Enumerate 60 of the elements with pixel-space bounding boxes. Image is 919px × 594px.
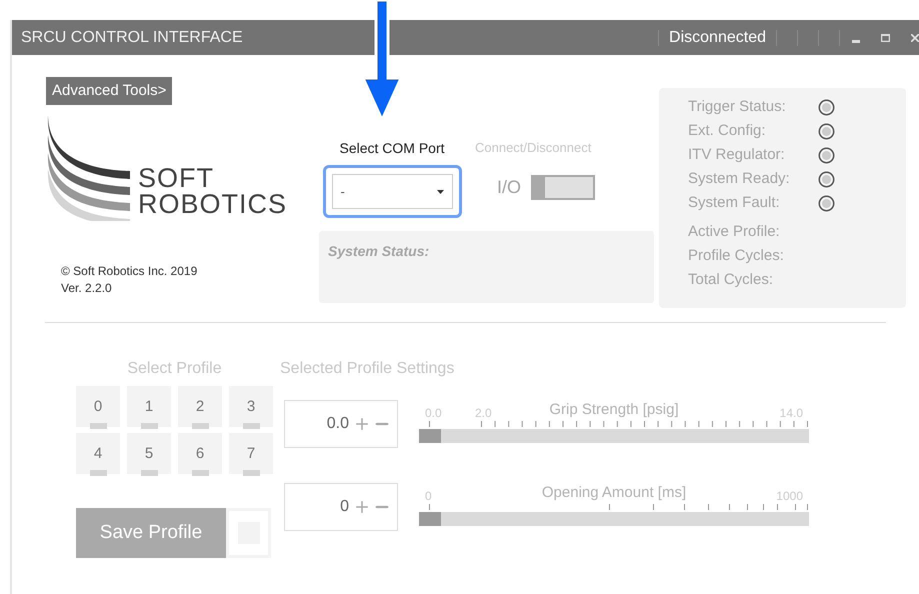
switch-label: I/O	[497, 176, 522, 198]
number-field[interactable]: 0.0	[284, 400, 398, 448]
dropdown-value: -	[340, 182, 345, 201]
profile-button[interactable]: 5	[127, 433, 171, 474]
maximize-icon[interactable]	[881, 34, 890, 42]
save-profile-button[interactable]: Save Profile	[76, 508, 226, 558]
number-value: 0	[340, 497, 349, 517]
plus-icon[interactable]	[353, 498, 371, 516]
slider-track[interactable]	[419, 429, 809, 443]
com-port-label: Select COM Port	[339, 139, 445, 158]
profile-indicator	[192, 423, 208, 429]
profile-button[interactable]: 2	[178, 386, 222, 427]
profile-indicator	[192, 470, 208, 476]
logo-text: SOFT	[138, 165, 215, 191]
indicator-light-icon	[818, 194, 835, 212]
logo-text: ROBOTICS	[138, 191, 288, 217]
version-text: Ver. 2.2.0	[61, 280, 113, 297]
slider-thumb[interactable]	[419, 512, 441, 526]
indicator-light-icon	[818, 98, 835, 116]
profile-indicator	[90, 470, 106, 476]
indicator-label: ITV Regulator:	[688, 144, 786, 165]
profile-indicator	[90, 423, 106, 429]
info-label: Active Profile:	[688, 222, 781, 242]
number-value: 0.0	[326, 414, 349, 434]
system-status-label: System Status:	[328, 243, 430, 259]
close-icon[interactable]	[911, 34, 919, 42]
slider-track[interactable]	[419, 512, 809, 526]
save-indicator	[226, 508, 271, 558]
dropdown-caret-icon	[436, 190, 444, 194]
com-port-dropdown[interactable]: -	[322, 165, 462, 218]
profile-button[interactable]: 4	[76, 433, 120, 474]
profile-button[interactable]: 7	[229, 433, 273, 474]
profile-button[interactable]: 1	[127, 386, 171, 427]
info-label: Profile Cycles:	[688, 246, 785, 266]
number-field[interactable]: 0	[284, 483, 398, 531]
indicator-light-icon	[818, 146, 835, 164]
window-title: SRCU CONTROL INTERFACE	[21, 28, 243, 48]
indicator-label: Ext. Config:	[688, 120, 767, 141]
profile-indicator	[242, 423, 260, 429]
indicator-label: System Ready:	[688, 168, 791, 189]
profile-indicator	[140, 423, 158, 429]
connection-status: Disconnected	[669, 28, 766, 48]
profile-button[interactable]: 0	[76, 386, 120, 427]
slider-thumb[interactable]	[419, 429, 441, 443]
indicator-light-icon	[818, 170, 835, 188]
info-label: Total Cycles:	[688, 270, 774, 290]
plus-icon[interactable]	[353, 415, 371, 433]
minimize-icon[interactable]	[852, 40, 860, 44]
copyright-text: © Soft Robotics Inc. 2019	[61, 263, 198, 280]
profile-indicator	[140, 470, 158, 476]
advanced-tools-button[interactable]: Advanced Tools>	[46, 77, 172, 105]
connect-switch[interactable]	[531, 174, 596, 200]
slider-title: Opening Amount [ms]	[542, 483, 686, 503]
slider-title: Grip Strength [psig]	[549, 400, 679, 420]
indicator-label: System Fault:	[688, 192, 781, 213]
indicator-light-icon	[818, 122, 835, 140]
profile-button[interactable]: 3	[229, 386, 273, 427]
profile-indicator	[242, 470, 260, 476]
indicator-label: Trigger Status:	[688, 96, 787, 117]
profile-button[interactable]: 6	[178, 433, 222, 474]
